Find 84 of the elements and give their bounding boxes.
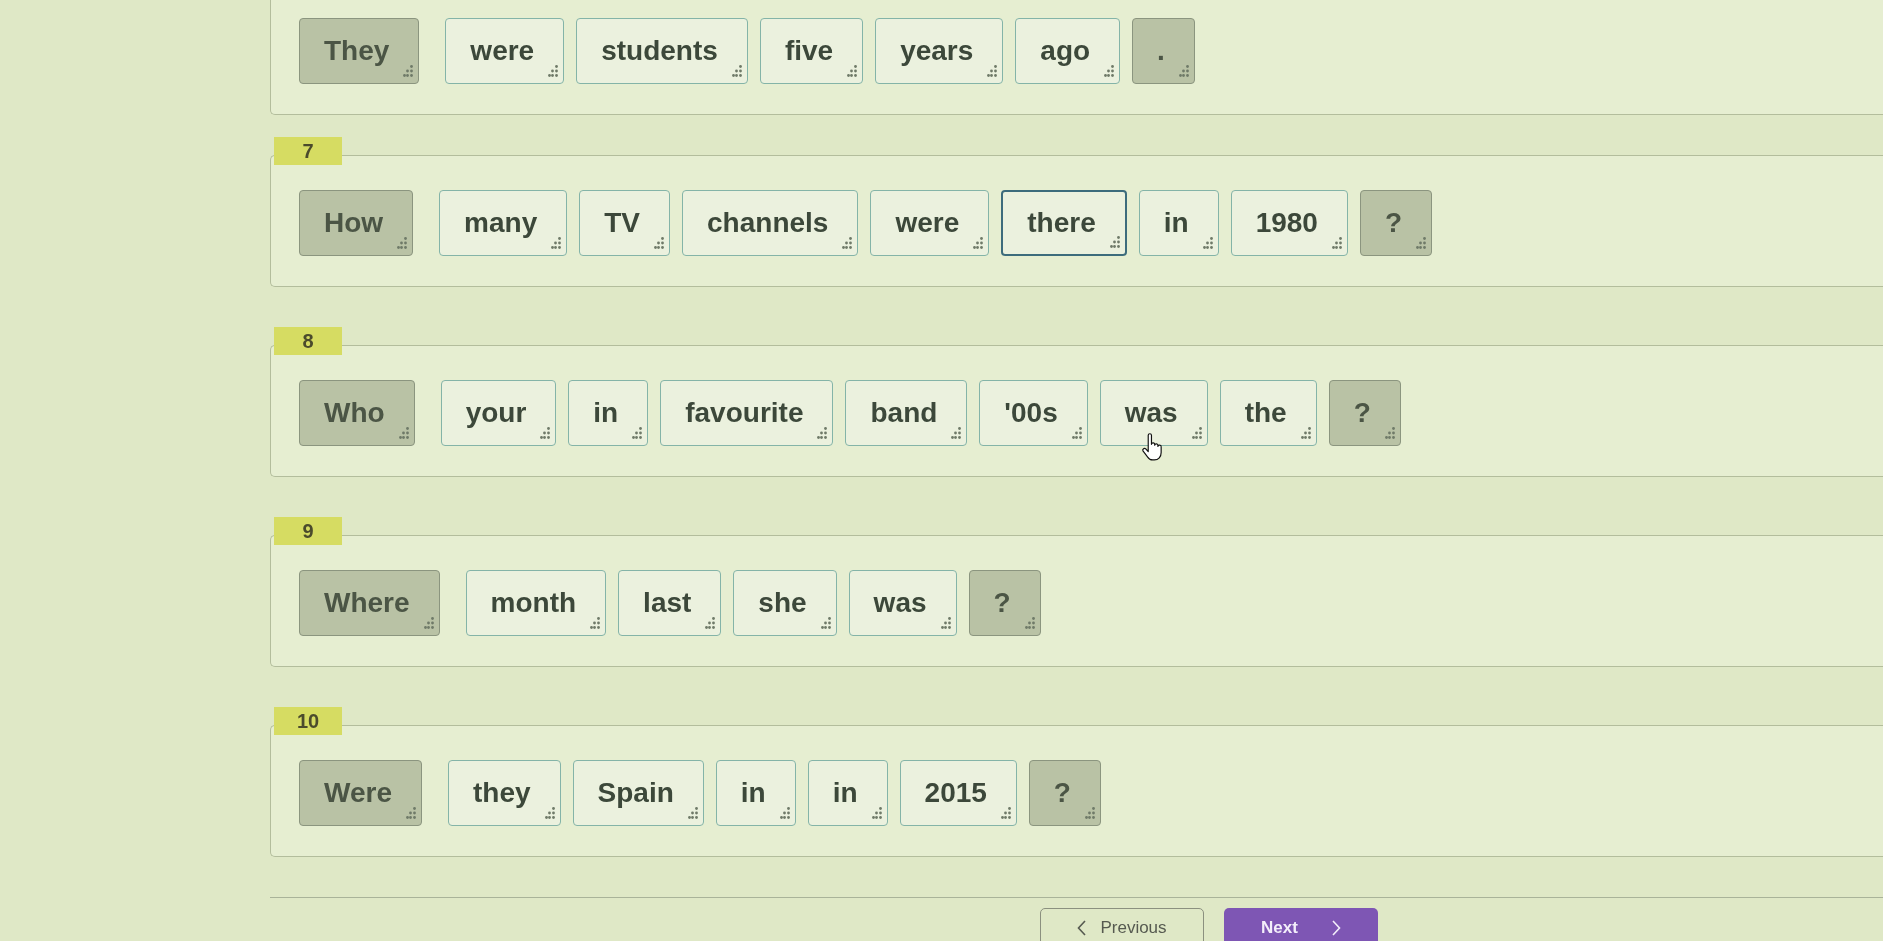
grip-dots-icon <box>687 807 698 819</box>
word-tile[interactable]: band <box>845 380 968 446</box>
hand-pointer-icon <box>1141 433 1163 461</box>
grip-dots-icon <box>973 237 984 249</box>
grip-dots-icon <box>842 237 853 249</box>
word-tile[interactable]: favourite <box>660 380 834 446</box>
word-tile[interactable]: ? <box>1328 380 1401 446</box>
word-tile[interactable]: Who <box>299 380 415 446</box>
grip-dots-icon <box>847 65 858 77</box>
word-tile[interactable]: last <box>618 570 722 636</box>
word-tile[interactable]: They <box>299 18 420 84</box>
grip-dots-icon <box>951 427 962 439</box>
word-tile[interactable]: channels <box>682 190 859 256</box>
question-number: 10 <box>274 707 342 735</box>
grip-dots-icon <box>1384 427 1395 439</box>
next-button[interactable]: Next <box>1224 908 1378 941</box>
grip-dots-icon <box>940 617 951 629</box>
grip-dots-icon <box>1084 807 1095 819</box>
grip-dots-icon <box>1071 427 1082 439</box>
word-tile[interactable]: in <box>1138 190 1219 256</box>
word-tile[interactable]: there <box>1001 190 1127 256</box>
word-tile[interactable]: years <box>875 18 1004 84</box>
word-tile[interactable]: were <box>445 18 565 84</box>
grip-dots-icon <box>779 807 790 819</box>
word-tile[interactable]: month <box>465 570 607 636</box>
word-tile[interactable]: ? <box>1028 760 1101 826</box>
grip-dots-icon <box>1191 427 1202 439</box>
grip-dots-icon <box>403 65 414 77</box>
word-tile[interactable]: she <box>733 570 837 636</box>
grip-dots-icon <box>654 237 665 249</box>
grip-dots-icon <box>1109 236 1120 248</box>
chevron-right-icon <box>1331 920 1341 936</box>
word-tile[interactable]: your <box>440 380 557 446</box>
grip-dots-icon <box>1024 617 1035 629</box>
grip-dots-icon <box>397 237 408 249</box>
grip-dots-icon <box>544 807 555 819</box>
grip-dots-icon <box>820 617 831 629</box>
grip-dots-icon <box>405 807 416 819</box>
word-tile[interactable]: they <box>447 760 561 826</box>
word-tile[interactable]: many <box>439 190 568 256</box>
grip-dots-icon <box>423 617 434 629</box>
grip-dots-icon <box>1331 237 1342 249</box>
word-tile[interactable]: ? <box>968 570 1041 636</box>
grip-dots-icon <box>540 427 551 439</box>
word-tile[interactable]: the <box>1219 380 1317 446</box>
word-tile[interactable]: . <box>1132 18 1195 84</box>
word-tile[interactable]: Spain <box>572 760 704 826</box>
question-number: 9 <box>274 517 342 545</box>
word-tile[interactable]: ? <box>1359 190 1433 256</box>
grip-dots-icon <box>590 617 601 629</box>
grip-dots-icon <box>551 237 562 249</box>
word-tile[interactable]: How <box>299 190 414 256</box>
word-tile[interactable]: was <box>848 570 957 636</box>
word-tile[interactable]: 1980 <box>1230 190 1348 256</box>
word-tile[interactable]: in <box>807 760 888 826</box>
grip-dots-icon <box>871 807 882 819</box>
word-tile[interactable]: Were <box>299 760 422 826</box>
grip-dots-icon <box>1000 807 1011 819</box>
word-tile[interactable]: Where <box>299 570 440 636</box>
word-tile[interactable]: ago <box>1015 18 1121 84</box>
grip-dots-icon <box>1178 65 1189 77</box>
word-tile[interactable]: were <box>870 190 990 256</box>
word-tile[interactable]: 2015 <box>899 760 1017 826</box>
word-tile[interactable]: TV <box>579 190 671 256</box>
grip-dots-icon <box>705 617 716 629</box>
grip-dots-icon <box>548 65 559 77</box>
word-tile[interactable]: in <box>568 380 649 446</box>
grip-dots-icon <box>987 65 998 77</box>
question-number: 8 <box>274 327 342 355</box>
word-tile[interactable]: students <box>576 18 748 84</box>
word-tile[interactable]: '00s <box>979 380 1088 446</box>
grip-dots-icon <box>1416 237 1427 249</box>
grip-dots-icon <box>1300 427 1311 439</box>
chevron-left-icon <box>1077 920 1087 936</box>
previous-button[interactable]: Previous <box>1040 908 1204 941</box>
grip-dots-icon <box>817 427 828 439</box>
grip-dots-icon <box>1104 65 1115 77</box>
grip-dots-icon <box>1202 237 1213 249</box>
grip-dots-icon <box>398 427 409 439</box>
question-number: 7 <box>274 137 342 165</box>
grip-dots-icon <box>731 65 742 77</box>
grip-dots-icon <box>632 427 643 439</box>
word-tile[interactable]: five <box>759 18 864 84</box>
word-tile[interactable]: in <box>715 760 796 826</box>
